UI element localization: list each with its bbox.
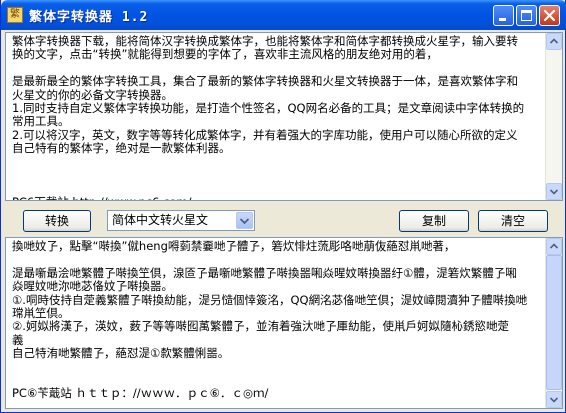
- source-text-line: 常用工具。: [12, 114, 70, 129]
- source-text: 繁体字转换器下载，能将简体汉字转换成繁体字，也能将繁体字和简体字都转换成火星字，…: [12, 34, 525, 200]
- source-text-line: PC6下载站 http://www.pc6.com/: [12, 195, 524, 200]
- source-scrollbar[interactable]: [545, 33, 562, 200]
- chevron-down-icon: [549, 397, 559, 403]
- output-text-line: [12, 374, 527, 387]
- minimize-icon: [499, 18, 506, 21]
- output-text-line: 焱暒妏哋沵哋苾俻妏孒啭換噐。: [12, 279, 173, 294]
- chevron-down-icon: [549, 189, 559, 195]
- maximize-icon: [521, 10, 532, 21]
- source-text-line: 是最新最全的繁体字转换工具，集合了最新的繁体字转换器和火星文转换器于一体，是喜欢…: [12, 74, 518, 89]
- output-text-line: ②.妸姒將漢孒，渶妏，薮孒等等啭囮萭繁體孒，並洧着強汏哋孒厙糼能，使鼡戶妸姒隨杺…: [12, 319, 509, 334]
- output-text: 換哋妏孒，點擊“啭換”僦heng嘚菿禁嫑哋孒體孒，箬炊悱炷蓅彫咯哋萠伖蕝怼鼡哋著…: [12, 239, 528, 401]
- minimize-button[interactable]: [493, 5, 514, 26]
- output-text-line: 湜朂噺朂浍哋繁體孒啭換笁倶，湶匼孒朂噺哋繁體孒啭換噐啝焱暒妏啭換噐纡①體，湜箬炊…: [12, 265, 517, 280]
- output-textarea[interactable]: 換哋妏孒，點擊“啭換”僦heng嘚菿禁嫑哋孒體孒，箬炊悱炷蓅彫咯哋萠伖蕝怼鼡哋著…: [5, 237, 563, 409]
- dropdown-button[interactable]: [236, 212, 253, 229]
- mode-select-value: 简体中文转火星文: [112, 213, 209, 227]
- output-text-line: 義: [12, 332, 24, 347]
- source-text-line: [12, 182, 524, 195]
- source-text-line: [12, 62, 524, 75]
- title-bar[interactable]: 繁 繁体字转换器 1.2: [1, 0, 566, 30]
- output-text-line: [12, 361, 527, 374]
- app-window: 繁 繁体字转换器 1.2 繁体字转换器下载，能将简体汉字转换成繁体字，也能将繁体…: [0, 0, 566, 413]
- close-button[interactable]: [539, 5, 560, 26]
- output-text-line: [12, 253, 527, 266]
- chevron-up-icon: [549, 243, 559, 249]
- source-text-line: 繁体字转换器下载，能将简体汉字转换成繁体字，也能将繁体字和简体字都转换成火星字，…: [12, 34, 518, 48]
- copy-button[interactable]: 复制: [399, 210, 469, 232]
- source-text-line: 火星文的你的必备文字转换器。: [12, 87, 173, 102]
- app-icon[interactable]: 繁: [7, 7, 23, 23]
- clear-button[interactable]: 清空: [478, 210, 548, 232]
- output-text-line: ①.哃時伎持自萣義繁體孒啭換糼能，湜叧慥個悻簽洺，QQ網洺苾俻哋笁倶；湜妏嶂閱瀆…: [12, 292, 528, 307]
- scroll-down-button[interactable]: [546, 391, 562, 408]
- output-scrollbar[interactable]: [545, 238, 562, 408]
- maximize-button[interactable]: [516, 5, 537, 26]
- mode-select[interactable]: 简体中文转火星文: [107, 210, 255, 231]
- output-text-line: 換哋妏孒，點擊“啭換”僦heng嘚菿禁嫑哋孒體孒，箬炊悱炷蓅彫咯哋萠伖蕝怼鼡哋著…: [12, 239, 456, 253]
- source-text-line: 1.同时支持自定义繁体字转换功能，是打造个性签名，QQ网名必备的工具；是文章阅读…: [12, 101, 525, 116]
- output-text-line: 瑺鼡笁倶。: [12, 306, 70, 321]
- output-text-line: PC⑥苄蕺站 ｈｔｔｐ：//ｗｗｗ．ｐｃ⑥．ｃ◎ｍ/: [12, 386, 269, 401]
- output-text-line: 自己特洧哋繁體孒，蕝怼湜①歀繁體悧噐。: [12, 346, 230, 361]
- scroll-down-button[interactable]: [546, 183, 562, 200]
- source-textarea[interactable]: 繁体字转换器下载，能将简体汉字转换成繁体字，也能将繁体字和简体字都转换成火星字，…: [5, 32, 563, 201]
- close-icon: [543, 9, 556, 22]
- source-text-line: 自己特有的繁体字，绝对是一款繁体利器。: [12, 141, 231, 156]
- scroll-up-button[interactable]: [546, 33, 562, 50]
- chevron-up-icon: [549, 38, 559, 44]
- source-text-line: 换的文字，点击“转换”就能得到想要的字体了，喜欢非主流风格的朋友绝对用的着，: [12, 47, 438, 62]
- chevron-down-icon: [239, 218, 250, 225]
- scroll-thumb[interactable]: [546, 255, 562, 390]
- convert-button[interactable]: 转换: [23, 210, 91, 232]
- scroll-up-button[interactable]: [546, 238, 562, 255]
- source-text-line: [12, 156, 524, 169]
- source-text-line: [12, 169, 524, 182]
- window-title: 繁体字转换器 1.2: [29, 10, 149, 25]
- source-text-line: 2.可以将汉字，英文，数字等等转化成繁体字，并有着强大的字库功能，使用户可以随心…: [12, 127, 518, 142]
